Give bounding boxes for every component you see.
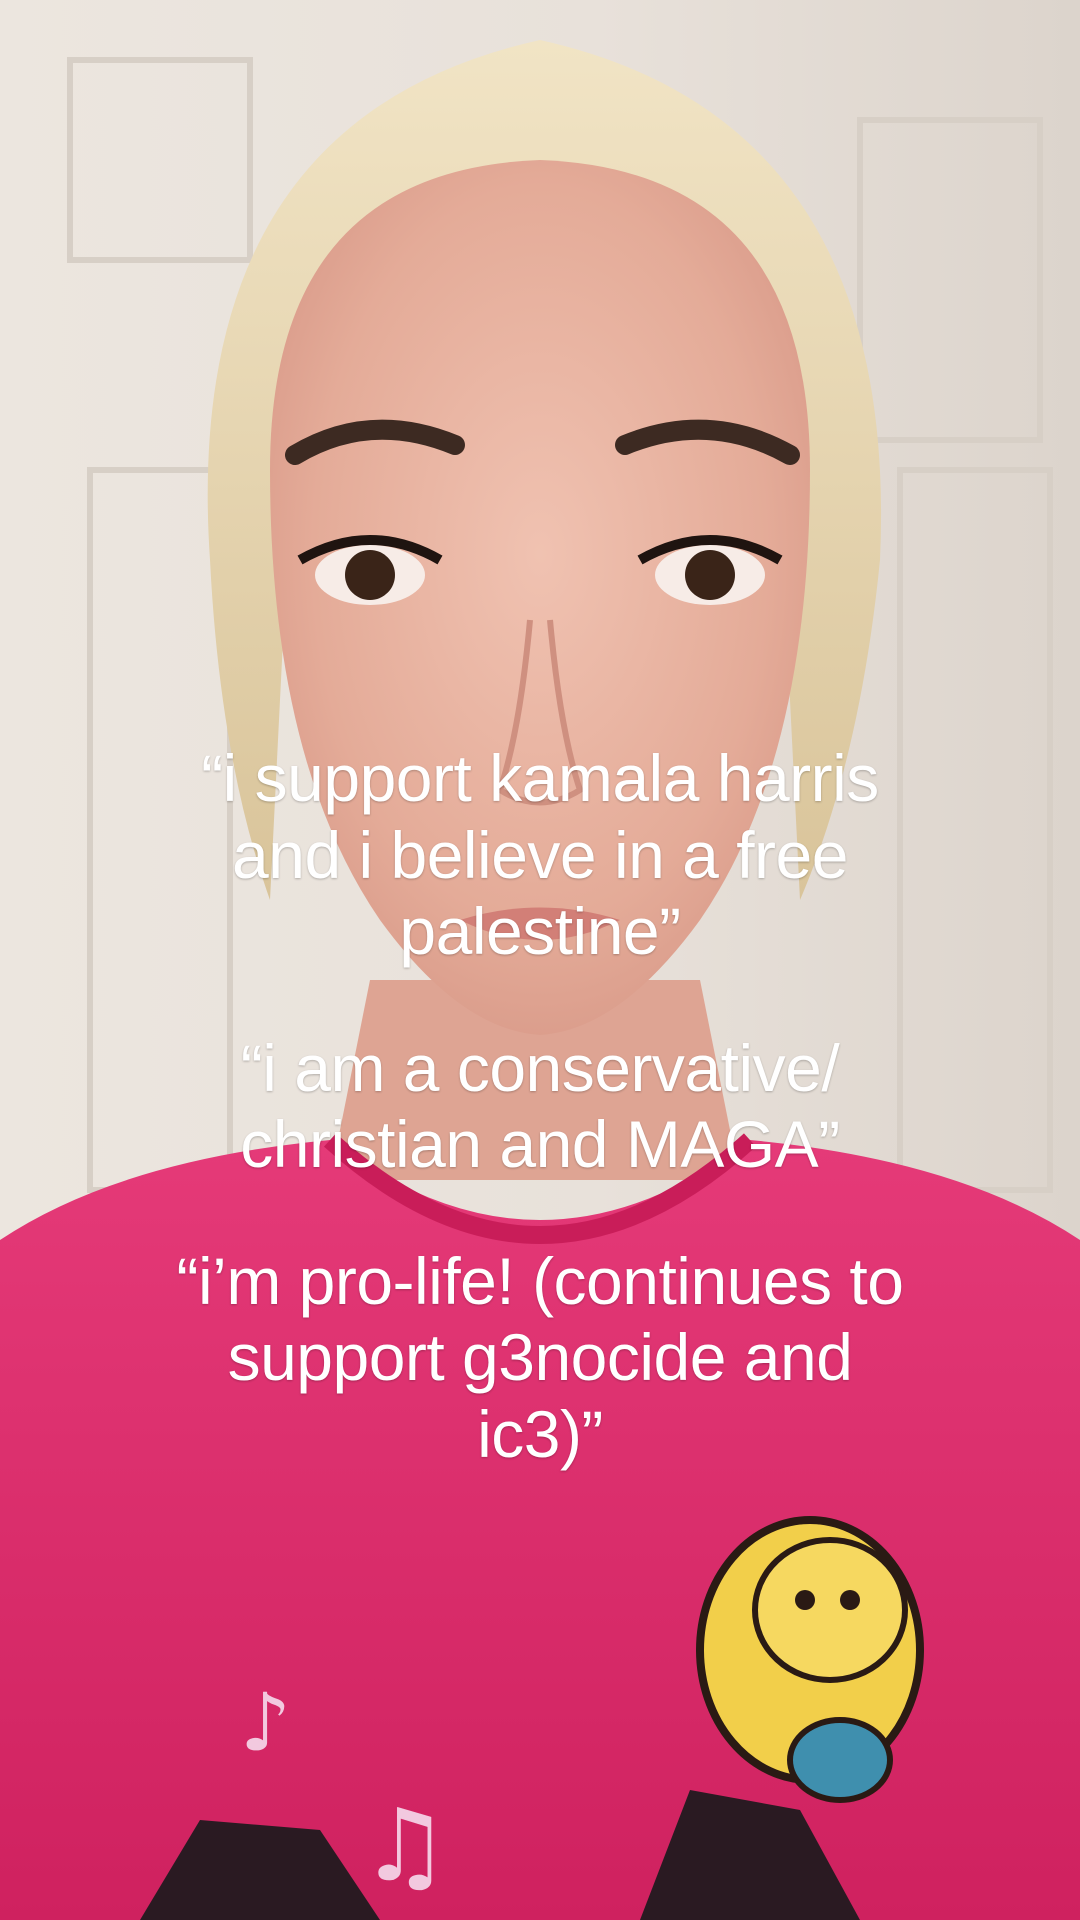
caption-line-3: “i’m pro-life! (continues to support g3n… (176, 1243, 904, 1471)
music-note-graphic: ♪ (240, 1676, 291, 1769)
music-note-graphic: ♫ (360, 1787, 450, 1904)
caption-line-1: “i support kamala harris and i believe i… (201, 741, 879, 969)
caption-overlay: “i support kamala harris and i believe i… (0, 740, 1080, 1472)
cartoon-squirrel-face (752, 1537, 908, 1683)
caption-line-2: “i am a conservative/ christian and MAGA… (240, 1030, 840, 1182)
video-frame: ♪ ♫ “i support kamala harris and i belie… (0, 0, 1080, 1920)
